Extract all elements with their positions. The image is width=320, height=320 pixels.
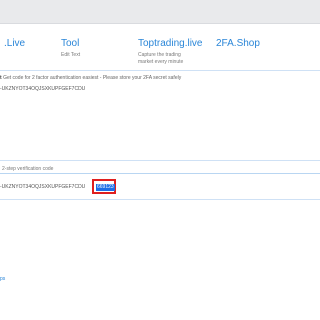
verification-code-highlight[interactable]: 669123: [92, 179, 116, 194]
browser-top-strip: [0, 0, 320, 24]
page: .Live Tool Edit Text Toptrading.live Cap…: [0, 0, 320, 320]
nav-link-2fa-shop[interactable]: 2FA.Shop: [216, 38, 260, 49]
nav-toptrading-subtitle-line1: Capture the trading: [138, 52, 181, 58]
nav-link-toptrading[interactable]: Toptrading.live: [138, 38, 202, 49]
info-message: Get code for 2 factor authentication eas…: [3, 75, 182, 81]
bottom-link[interactable]: ps: [0, 276, 5, 282]
verification-secret: -UKZNYOT34OQJSXKUPFGEF7CDU: [0, 184, 86, 190]
nav-link-tool[interactable]: Tool: [61, 38, 79, 49]
verification-divider: [0, 173, 320, 174]
verification-bottom-divider: [0, 199, 320, 200]
info-prefix: t: [0, 75, 2, 81]
info-text: t Get code for 2 factor authentication e…: [0, 75, 181, 81]
verification-code[interactable]: 669123: [96, 184, 115, 191]
nav-tool-subtitle: Edit Text: [61, 52, 81, 58]
verification-label: 2-step verification code: [2, 166, 54, 172]
nav-toptrading-subtitle-line2: market every minute: [138, 59, 184, 65]
top-strip-border: [0, 23, 320, 24]
secret-key-input[interactable]: -UKZNYOT34OQJSXKUPFGEF7CDU: [0, 86, 85, 92]
nav-link-live[interactable]: .Live: [4, 38, 25, 49]
header-divider: [0, 70, 320, 71]
secret-area-divider: [0, 160, 320, 161]
